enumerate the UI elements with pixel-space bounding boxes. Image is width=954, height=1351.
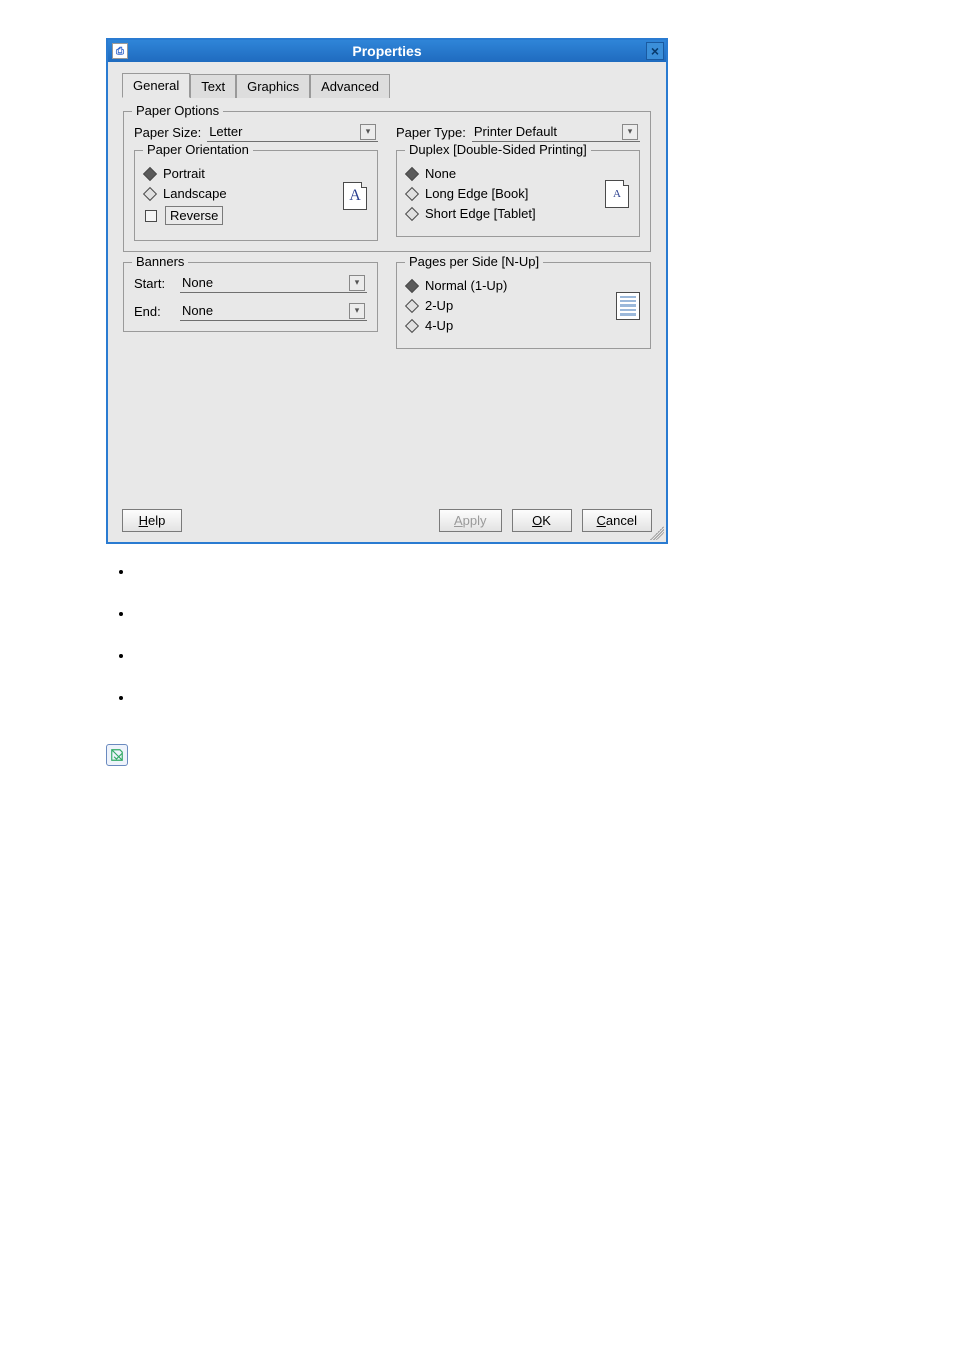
banner-end-value: None — [182, 303, 349, 318]
paper-type-label: Paper Type: — [396, 125, 466, 140]
radio-nup-1[interactable]: Normal (1-Up) — [407, 278, 616, 293]
tab-graphics[interactable]: Graphics — [236, 74, 310, 98]
paper-size-value: Letter — [209, 124, 360, 139]
banner-end-label: End: — [134, 304, 174, 319]
list-item — [134, 564, 668, 606]
banner-end-dropdown[interactable]: None ▾ — [180, 301, 367, 321]
orientation-preview-icon: A — [343, 182, 367, 210]
legend-duplex: Duplex [Double-Sided Printing] — [405, 142, 591, 157]
list-item — [134, 648, 668, 690]
radio-landscape[interactable]: Landscape — [145, 186, 343, 201]
resize-grip-icon[interactable] — [650, 526, 664, 540]
group-banners: Banners Start: None ▾ End: None — [123, 262, 378, 332]
tab-advanced[interactable]: Advanced — [310, 74, 390, 98]
paper-type-dropdown[interactable]: Printer Default ▾ — [472, 122, 640, 142]
radio-nup-2-label: 2-Up — [425, 298, 453, 313]
help-button[interactable]: Help — [122, 509, 182, 532]
list-item — [134, 606, 668, 648]
banner-start-dropdown[interactable]: None ▾ — [180, 273, 367, 293]
tab-bar: General Text Graphics Advanced — [122, 72, 652, 97]
banner-start-label: Start: — [134, 276, 174, 291]
nup-preview-icon — [616, 292, 640, 320]
radio-duplex-none-label: None — [425, 166, 456, 181]
radio-nup-2[interactable]: 2-Up — [407, 298, 616, 313]
radio-portrait-label: Portrait — [163, 166, 205, 181]
radio-nup-4[interactable]: 4-Up — [407, 318, 616, 333]
tab-panel-general: Paper Options Paper Size: Letter ▾ — [122, 96, 652, 360]
radio-landscape-label: Landscape — [163, 186, 227, 201]
paper-type-value: Printer Default — [474, 124, 622, 139]
radio-icon — [405, 318, 419, 332]
radio-icon — [405, 166, 419, 180]
apply-button[interactable]: Apply — [439, 509, 502, 532]
reverse-label: Reverse — [165, 206, 223, 225]
list-item — [134, 690, 668, 732]
tab-general[interactable]: General — [122, 73, 190, 98]
radio-nup-4-label: 4-Up — [425, 318, 453, 333]
checkbox-icon — [145, 210, 157, 222]
radio-long-edge[interactable]: Long Edge [Book] — [407, 186, 605, 201]
legend-orientation: Paper Orientation — [143, 142, 253, 157]
button-row: Help Apply OK Cancel — [122, 509, 652, 532]
group-orientation: Paper Orientation Portrait La — [134, 150, 378, 241]
titlebar[interactable]: ⎙ Properties × — [108, 40, 666, 62]
note-icon — [106, 744, 128, 766]
dialog-body: General Text Graphics Advanced Paper Opt… — [108, 62, 666, 542]
duplex-preview-icon: A — [605, 180, 629, 208]
group-paper-options: Paper Options Paper Size: Letter ▾ — [123, 111, 651, 252]
cancel-button[interactable]: Cancel — [582, 509, 652, 532]
radio-icon — [143, 186, 157, 200]
chevron-down-icon: ▾ — [622, 124, 638, 140]
paper-size-label: Paper Size: — [134, 125, 201, 140]
chevron-down-icon: ▾ — [349, 303, 365, 319]
window-title: Properties — [108, 43, 666, 59]
banner-start-value: None — [182, 275, 349, 290]
radio-icon — [405, 298, 419, 312]
group-nup: Pages per Side [N-Up] Normal (1-Up) 2-Up — [396, 262, 651, 349]
preview-letter: A — [613, 188, 621, 200]
preview-letter: A — [349, 187, 361, 205]
legend-nup: Pages per Side [N-Up] — [405, 254, 543, 269]
legend-banners: Banners — [132, 254, 188, 269]
chevron-down-icon: ▾ — [360, 124, 376, 140]
checkbox-reverse[interactable]: Reverse — [145, 206, 343, 225]
radio-short-edge-label: Short Edge [Tablet] — [425, 206, 536, 221]
radio-duplex-none[interactable]: None — [407, 166, 605, 181]
radio-long-edge-label: Long Edge [Book] — [425, 186, 528, 201]
ok-button[interactable]: OK — [512, 509, 572, 532]
radio-nup-1-label: Normal (1-Up) — [425, 278, 507, 293]
radio-portrait[interactable]: Portrait — [145, 166, 343, 181]
paper-size-dropdown[interactable]: Letter ▾ — [207, 122, 378, 142]
radio-icon — [143, 166, 157, 180]
chevron-down-icon: ▾ — [349, 275, 365, 291]
group-duplex: Duplex [Double-Sided Printing] None — [396, 150, 640, 237]
bullet-list — [106, 564, 668, 732]
below-dialog-area — [106, 564, 668, 766]
radio-icon — [405, 278, 419, 292]
legend-paper-options: Paper Options — [132, 103, 223, 118]
tab-text[interactable]: Text — [190, 74, 236, 98]
radio-icon — [405, 206, 419, 220]
radio-short-edge[interactable]: Short Edge [Tablet] — [407, 206, 605, 221]
radio-icon — [405, 186, 419, 200]
properties-dialog: ⎙ Properties × General Text Graphics Adv… — [106, 38, 668, 544]
